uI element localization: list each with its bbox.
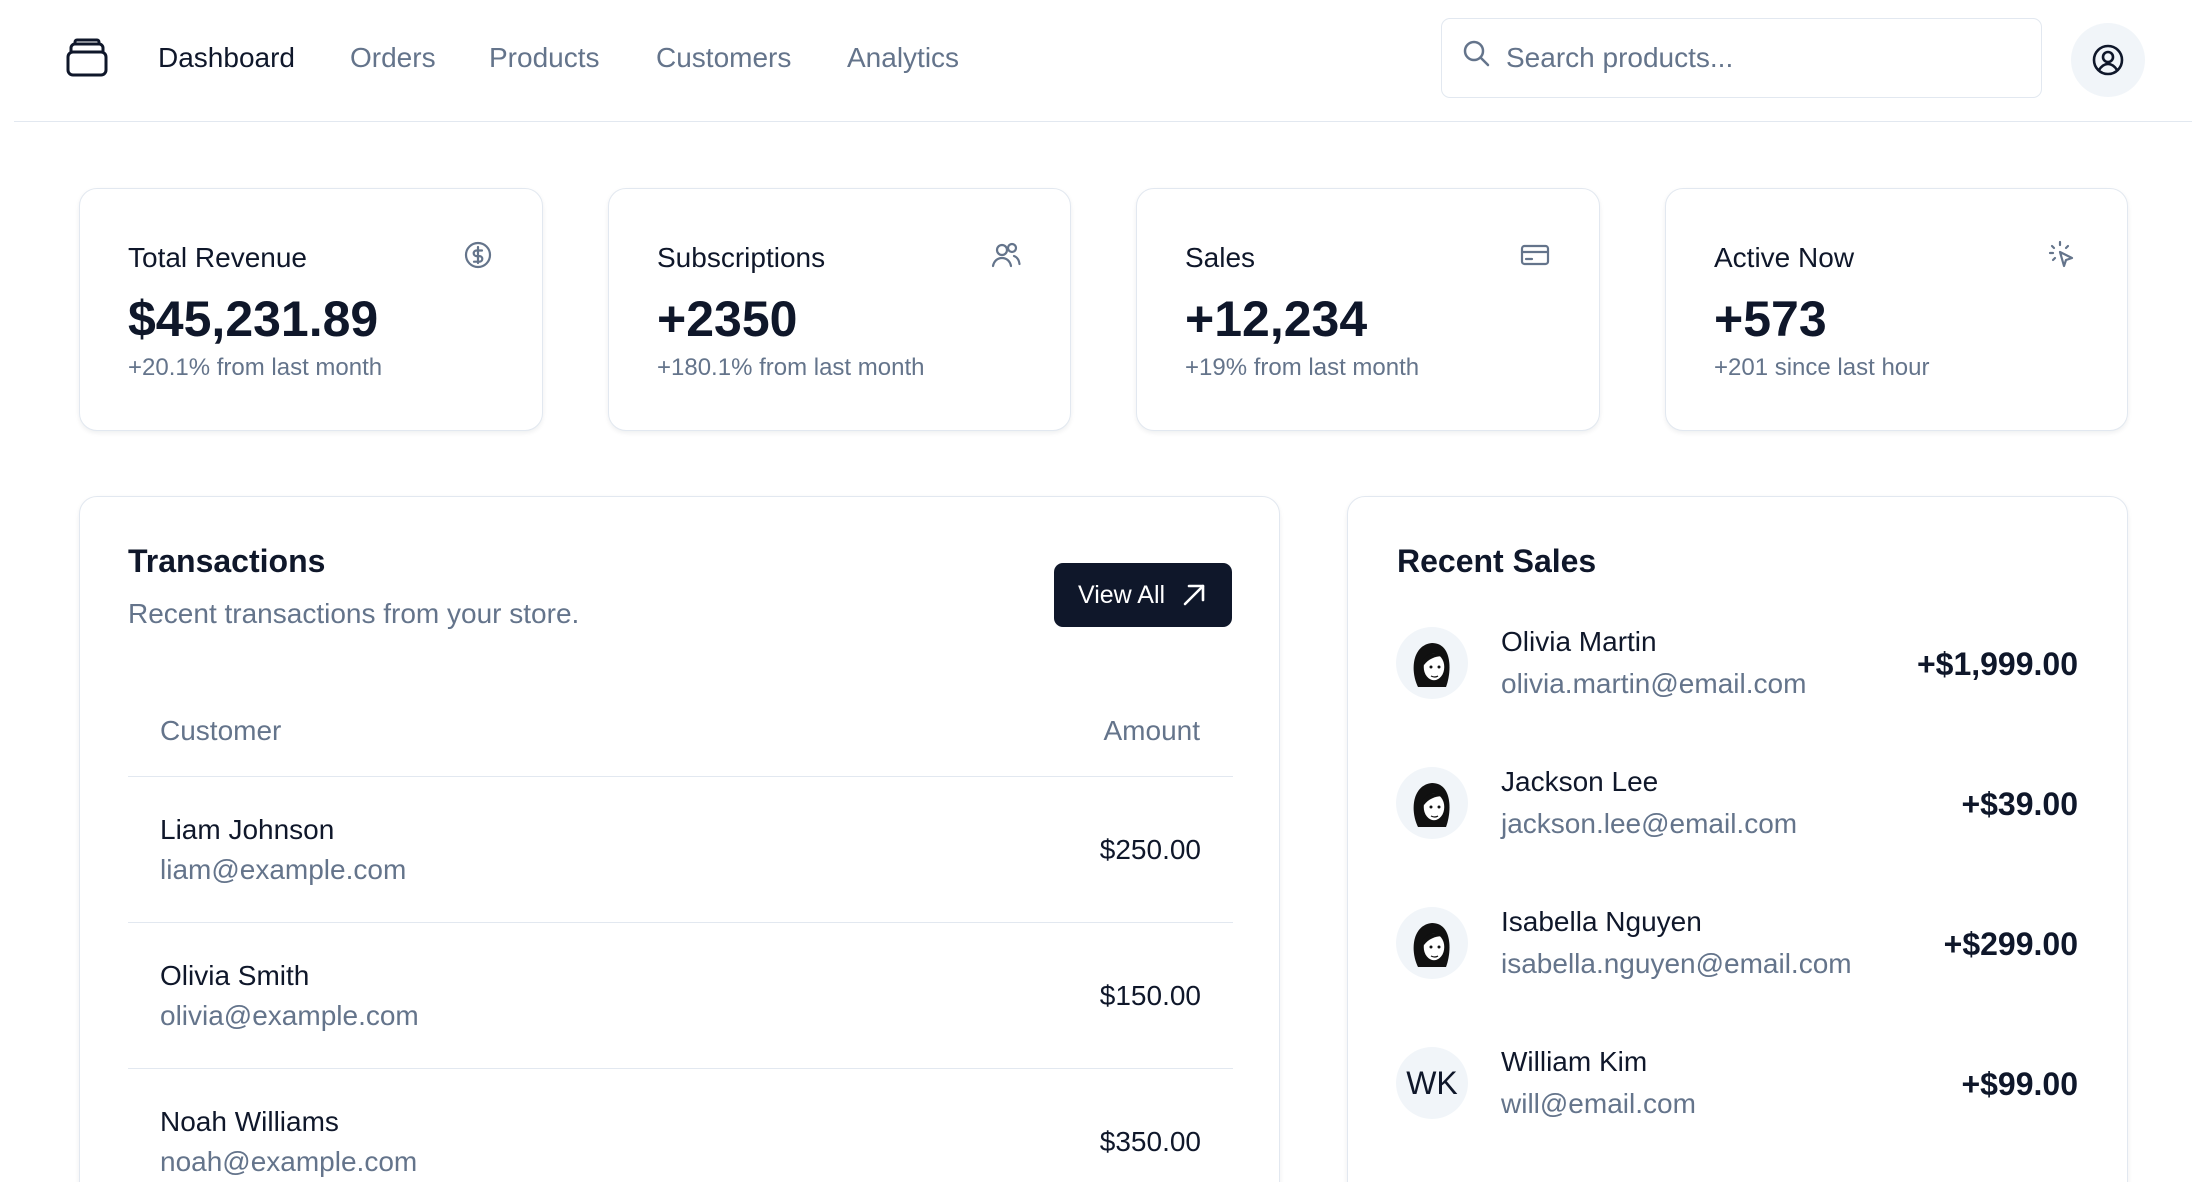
avatar: [1396, 907, 1468, 979]
transaction-amount: $150.00: [1099, 980, 1201, 1011]
sale-amount: +$299.00: [1943, 926, 2078, 962]
stat-change: +201 since last hour: [1714, 354, 1930, 381]
table-row[interactable]: Noah Williams noah@example.com $350.00: [128, 1068, 1233, 1182]
customer-name: Isabella Nguyen: [1501, 906, 1702, 937]
search-box: [1441, 18, 2042, 98]
transaction-amount: $350.00: [1099, 1126, 1201, 1157]
sale-item: Jackson Lee jackson.lee@email.com +$39.0…: [1396, 758, 2078, 848]
nav-dashboard[interactable]: Dashboard: [158, 40, 295, 76]
stat-card-sales: Sales +12,234 +19% from last month: [1136, 188, 1600, 431]
column-header-amount: Amount: [1103, 715, 1201, 746]
customer-name: Noah Williams: [160, 1106, 339, 1137]
users-icon: [991, 242, 1021, 268]
arrow-up-right-icon: [1183, 584, 1205, 606]
table-row[interactable]: Liam Johnson liam@example.com $250.00: [128, 776, 1233, 922]
stat-card-total-revenue: Total Revenue $45,231.89 +20.1% from las…: [79, 188, 543, 431]
sale-item: WK William Kim will@email.com +$99.00: [1396, 1038, 2078, 1128]
sale-item: Olivia Martin olivia.martin@email.com +$…: [1396, 618, 2078, 708]
search-input[interactable]: [1506, 19, 2026, 96]
recent-sales-title: Recent Sales: [1397, 543, 1597, 579]
sale-amount: +$1,999.00: [1916, 646, 2078, 682]
stat-change: +20.1% from last month: [128, 354, 383, 381]
sale-item: Isabella Nguyen isabella.nguyen@email.co…: [1396, 898, 2078, 988]
stat-title: Sales: [1185, 242, 1256, 273]
customer-email: isabella.nguyen@email.com: [1501, 948, 1852, 979]
stat-card-subscriptions: Subscriptions +2350 +180.1% from last mo…: [608, 188, 1071, 431]
dollar-circle-icon: [464, 241, 492, 269]
customer-email: jackson.lee@email.com: [1501, 808, 1798, 839]
transactions-title: Transactions: [128, 543, 326, 579]
credit-card-icon: [1520, 244, 1550, 266]
customer-name: William Kim: [1501, 1046, 1648, 1077]
sale-amount: +$39.00: [1961, 786, 2078, 822]
view-all-label: View All: [1078, 581, 1166, 609]
table-row[interactable]: Olivia Smith olivia@example.com $150.00: [128, 922, 1233, 1068]
top-nav: Dashboard Orders Products Customers Anal…: [14, 0, 2192, 122]
avatar-initials: WK: [1406, 1065, 1458, 1101]
customer-email: olivia.martin@email.com: [1501, 668, 1807, 699]
user-menu-button[interactable]: [2071, 23, 2145, 97]
nav-orders[interactable]: Orders: [350, 40, 436, 76]
nav-products[interactable]: Products: [489, 40, 600, 76]
nav-customers[interactable]: Customers: [656, 40, 791, 76]
transactions-description: Recent transactions from your store.: [128, 598, 580, 629]
stat-title: Subscriptions: [657, 242, 826, 273]
customer-email: olivia@example.com: [160, 1000, 419, 1031]
customer-email: noah@example.com: [160, 1146, 418, 1177]
customer-name: Olivia Smith: [160, 960, 310, 991]
customer-name: Jackson Lee: [1501, 766, 1659, 797]
cursor-click-icon: [2048, 240, 2074, 268]
user-circle-icon: [2092, 44, 2124, 76]
customer-email: will@email.com: [1501, 1088, 1696, 1119]
stat-value: +2350: [657, 291, 798, 347]
customer-name: Liam Johnson: [160, 814, 335, 845]
avatar: [1396, 767, 1468, 839]
stat-value: +12,234: [1185, 291, 1368, 347]
transaction-amount: $250.00: [1099, 834, 1201, 865]
sale-amount: +$99.00: [1961, 1066, 2078, 1102]
stat-card-active-now: Active Now +573 +201 since last hour: [1665, 188, 2128, 431]
stat-value: $45,231.89: [128, 291, 379, 347]
stat-title: Active Now: [1714, 242, 1855, 273]
stat-change: +19% from last month: [1185, 354, 1420, 381]
store-logo-icon[interactable]: [65, 38, 115, 80]
search-icon: [1463, 40, 1490, 67]
customer-name: Olivia Martin: [1501, 626, 1657, 657]
avatar: WK: [1396, 1047, 1468, 1119]
customer-email: liam@example.com: [160, 854, 407, 885]
column-header-customer: Customer: [160, 715, 282, 746]
stat-change: +180.1% from last month: [657, 354, 925, 381]
stat-title: Total Revenue: [128, 242, 308, 273]
view-all-button[interactable]: View All: [1054, 563, 1232, 627]
nav-analytics[interactable]: Analytics: [847, 40, 959, 76]
avatar: [1396, 627, 1468, 699]
stat-value: +573: [1714, 291, 1827, 347]
